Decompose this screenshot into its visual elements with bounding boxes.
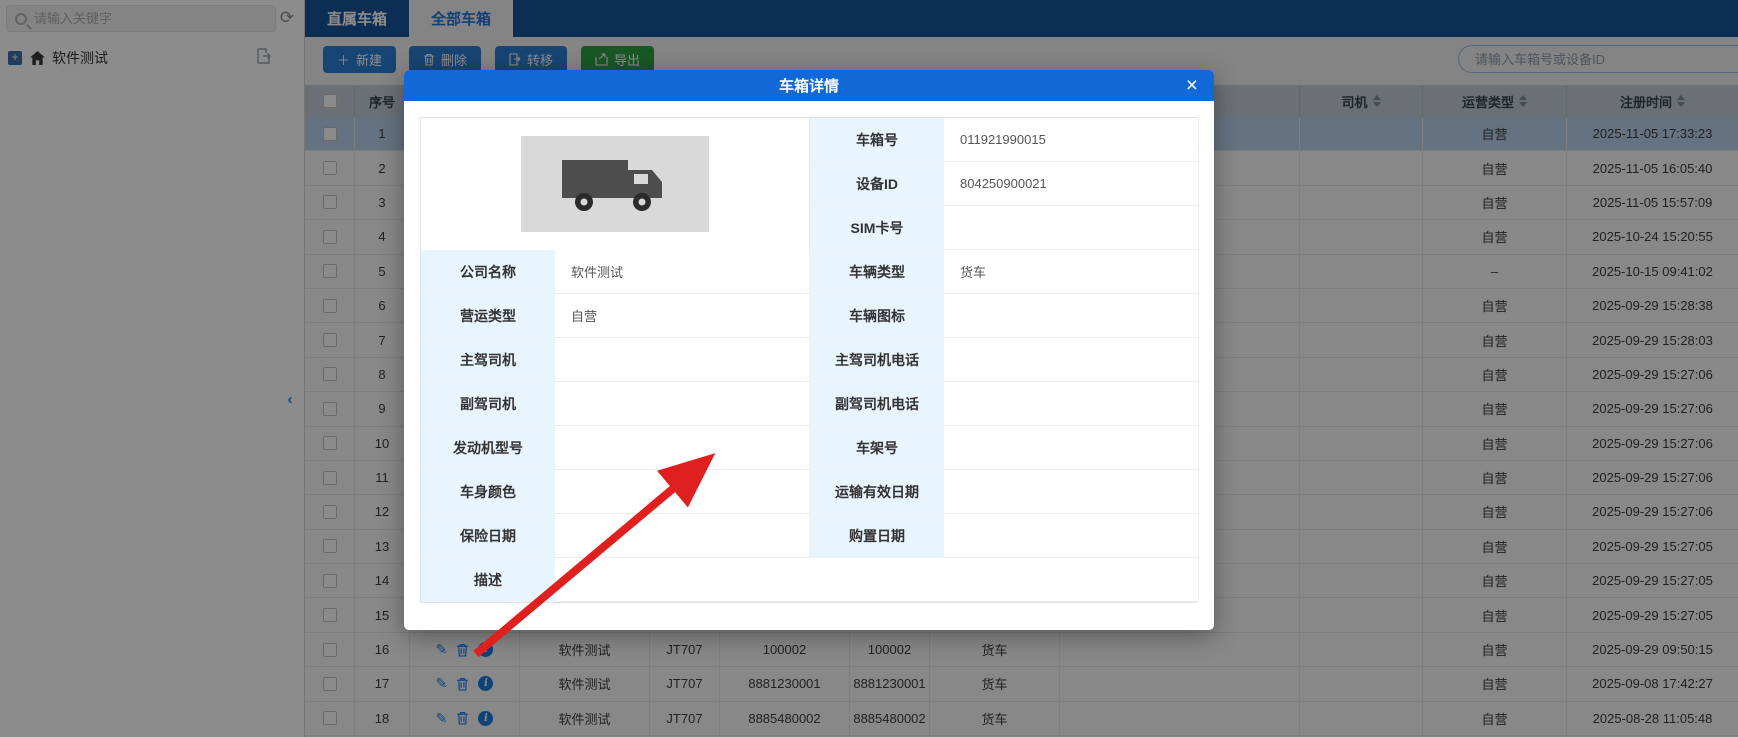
field-label: 发动机型号 bbox=[421, 426, 555, 470]
field-label: SIM卡号 bbox=[810, 206, 944, 250]
field-label: 副驾司机电话 bbox=[810, 382, 944, 426]
field-value: 804250900021 bbox=[944, 162, 1199, 206]
field-value bbox=[555, 338, 810, 382]
field-label: 车架号 bbox=[810, 426, 944, 470]
field-label: 购置日期 bbox=[810, 514, 944, 558]
truck-image-placeholder bbox=[521, 136, 709, 232]
close-icon[interactable]: × bbox=[1186, 72, 1198, 99]
modal-title: 车箱详情 bbox=[779, 75, 839, 96]
field-value bbox=[555, 558, 1199, 602]
box-detail-modal: 车箱详情 × 车箱号 bbox=[404, 70, 1214, 630]
field-value bbox=[944, 294, 1199, 338]
field-label: 主驾司机电话 bbox=[810, 338, 944, 382]
field-label: 副驾司机 bbox=[421, 382, 555, 426]
field-value bbox=[944, 470, 1199, 514]
field-label: 车辆图标 bbox=[810, 294, 944, 338]
field-label: 车箱号 bbox=[810, 118, 944, 162]
field-label: 主驾司机 bbox=[421, 338, 555, 382]
field-value: 011921990015 bbox=[944, 118, 1199, 162]
field-value bbox=[555, 382, 810, 426]
field-label: 保险日期 bbox=[421, 514, 555, 558]
truck-icon bbox=[560, 154, 670, 214]
field-value bbox=[944, 338, 1199, 382]
field-value bbox=[944, 514, 1199, 558]
modal-detail-table: 车箱号 011921990015 设备ID 804250900021 SIM卡号… bbox=[420, 117, 1198, 603]
field-label: 描述 bbox=[421, 558, 555, 602]
field-label: 车辆类型 bbox=[810, 250, 944, 294]
field-label: 设备ID bbox=[810, 162, 944, 206]
field-value bbox=[555, 514, 810, 558]
field-label: 车身颜色 bbox=[421, 470, 555, 514]
vehicle-photo bbox=[421, 118, 810, 250]
field-label: 运输有效日期 bbox=[810, 470, 944, 514]
field-value: 自营 bbox=[555, 294, 810, 338]
field-value bbox=[555, 426, 810, 470]
field-label: 公司名称 bbox=[421, 250, 555, 294]
field-value bbox=[555, 470, 810, 514]
field-value bbox=[944, 206, 1199, 250]
field-value bbox=[944, 426, 1199, 470]
field-value: 软件测试 bbox=[555, 250, 810, 294]
modal-header: 车箱详情 × bbox=[404, 70, 1214, 101]
field-value bbox=[944, 382, 1199, 426]
field-value: 货车 bbox=[944, 250, 1199, 294]
field-label: 营运类型 bbox=[421, 294, 555, 338]
